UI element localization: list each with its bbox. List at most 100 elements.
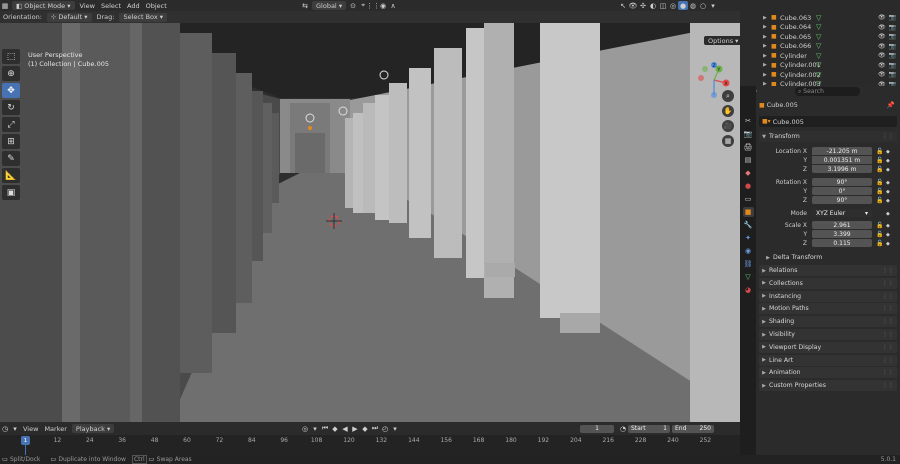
outliner-item[interactable]: ▶ ■ Cube.066 ▽ 👁 📷	[740, 42, 900, 51]
start-frame-field[interactable]: Start 1	[628, 424, 670, 433]
lock-icon[interactable]: 🔓	[876, 197, 883, 204]
keyframe-dot-icon[interactable]: ◆	[886, 211, 890, 217]
camera-render-icon[interactable]: 📷	[889, 14, 896, 21]
physics-tab-icon[interactable]: ◉	[743, 246, 754, 256]
eye-icon[interactable]: 👁	[878, 52, 886, 59]
keyframe-dot-icon[interactable]: ◆	[886, 180, 890, 186]
camera-view-icon[interactable]: 🎥	[722, 120, 734, 132]
outliner-item[interactable]: ▶ ■ Cube.065 ▽ 👁 📷	[740, 32, 900, 41]
location-z-field[interactable]: 3.1996 m	[812, 165, 872, 173]
snap-target-icon[interactable]: ⋮⋮	[366, 1, 380, 10]
xray-icon[interactable]: ◫	[658, 1, 668, 10]
move-tool-icon[interactable]: ✥	[2, 83, 20, 98]
outliner[interactable]: ▶ ■ Cube.063 ▽ 👁 📷 ▶ ■ Cube.064 ▽ 👁 📷 ▶ ■ Cube.065 ▽ 👁 📷 ▶…	[740, 0, 900, 86]
particles-tab-icon[interactable]: ✦	[743, 233, 754, 243]
next-key-icon[interactable]: ◆	[360, 424, 370, 433]
eye-icon[interactable]: 👁	[878, 43, 886, 50]
camera-render-icon[interactable]: 📷	[889, 62, 896, 69]
editor-type-icon[interactable]: ▦	[0, 1, 10, 10]
eye-icon[interactable]: 👁	[878, 62, 886, 69]
eye-icon[interactable]: 👁	[878, 14, 886, 21]
location-y-field[interactable]: 0.001351 m	[812, 156, 872, 164]
chevron-right-icon[interactable]: ▶	[763, 53, 767, 59]
panel-instancing[interactable]: ▶ Instancing ⋮⋮	[759, 290, 897, 302]
mode-dropdown[interactable]: ◧ Object Mode ▾	[12, 1, 75, 10]
clock-icon[interactable]: ◔	[618, 424, 628, 433]
shading-solid-icon[interactable]: ●	[678, 1, 688, 10]
outliner-item[interactable]: ▶ ■ Cylinder.002 ▽ 👁 📷	[740, 70, 900, 79]
keyframe-dot-icon[interactable]: ◆	[886, 223, 890, 229]
lock-icon[interactable]: 🔓	[876, 166, 883, 173]
playhead[interactable]: 1	[21, 436, 30, 445]
view-layer-tab-icon[interactable]: ▤	[743, 155, 754, 165]
chevron-right-icon[interactable]: ▶	[763, 43, 767, 49]
ortho-grid-icon[interactable]: ▦	[722, 135, 734, 147]
shading-material-icon[interactable]: ◍	[688, 1, 698, 10]
modifier-tab-icon[interactable]: 🔧	[743, 220, 754, 230]
play-reverse-icon[interactable]: ◀	[340, 424, 350, 433]
world-tab-icon[interactable]: ●	[743, 181, 754, 191]
timeline-editor-icon[interactable]: ◷	[0, 424, 10, 433]
chevron-right-icon[interactable]: ▶	[763, 34, 767, 40]
lock-icon[interactable]: 🔓	[876, 188, 883, 195]
zoom-icon[interactable]: ⌕	[722, 90, 734, 102]
keying-icon[interactable]: ▾	[310, 424, 320, 433]
panel-viewport-display[interactable]: ▶ Viewport Display ⋮⋮	[759, 341, 897, 353]
chevron-right-icon[interactable]: ▶	[763, 15, 767, 21]
material-tab-icon[interactable]: ◕	[743, 285, 754, 295]
transform-orientation-dropdown[interactable]: Global ▾	[312, 1, 347, 10]
timeline-menu-marker[interactable]: Marker	[41, 425, 69, 433]
current-frame-field[interactable]: 1	[580, 424, 614, 433]
delta-transform-subpanel[interactable]: ▶ Delta Transform	[763, 252, 893, 263]
lock-icon[interactable]: 🔓	[876, 222, 883, 229]
measure-tool-icon[interactable]: 📐	[2, 168, 20, 183]
keyframe-dot-icon[interactable]: ◆	[886, 198, 890, 204]
outliner-item[interactable]: ▶ ■ Cube.063 ▽ 👁 📷	[740, 13, 900, 22]
keyframe-dot-icon[interactable]: ◆	[886, 232, 890, 238]
annotate-tool-icon[interactable]: ✎	[2, 151, 20, 166]
outliner-item[interactable]: ▶ ■ Cube.064 ▽ 👁 📷	[740, 23, 900, 32]
prev-key-icon[interactable]: ◆	[330, 424, 340, 433]
3d-viewport[interactable]: ⬚ ⊕ ✥ ↻ ⤢ ⊞ ✎ 📐 ▣ User Perspective (1) C…	[0, 23, 740, 422]
eye-icon[interactable]: 👁	[878, 33, 886, 40]
outliner-item[interactable]: ▶ ■ Cylinder ▽ 👁 📷	[740, 51, 900, 60]
keyframe-dot-icon[interactable]: ◆	[886, 241, 890, 247]
panel-collections[interactable]: ▶ Collections ⋮⋮	[759, 277, 897, 289]
fps-icon[interactable]: ◴	[380, 424, 390, 433]
rotation-x-field[interactable]: 90°	[812, 178, 872, 186]
drag-dropdown[interactable]: Select Box ▾	[119, 12, 168, 22]
camera-render-icon[interactable]: 📷	[889, 52, 896, 59]
orientation-dropdown[interactable]: ⊹ Default ▾	[46, 12, 92, 22]
panel-visibility[interactable]: ▶ Visibility ⋮⋮	[759, 329, 897, 340]
scale-z-field[interactable]: 0.115	[812, 239, 872, 247]
timeline-menu-view[interactable]: View	[20, 425, 41, 433]
shading-wire-icon[interactable]: ◎	[668, 1, 678, 10]
panel-relations[interactable]: ▶ Relations ⋮⋮	[759, 265, 897, 276]
shading-options-icon[interactable]: ▾	[708, 1, 718, 10]
scene-tab-icon[interactable]: ◆	[743, 168, 754, 178]
keyframe-dot-icon[interactable]: ◆	[886, 167, 890, 173]
options-dropdown[interactable]: Options ▾	[704, 36, 740, 45]
rotation-y-field[interactable]: 0°	[812, 187, 872, 195]
eye-icon[interactable]: 👁	[878, 71, 886, 78]
camera-render-icon[interactable]: 📷	[889, 33, 896, 40]
lock-icon[interactable]: 🔓	[876, 179, 883, 186]
visibility-icon[interactable]: 👁	[628, 1, 638, 10]
menu-select[interactable]: Select	[98, 2, 124, 10]
rotation-mode-dropdown[interactable]: XYZ Euler ▾	[812, 209, 872, 217]
object-datablock-field[interactable]: ■▾ Cube.005	[759, 116, 897, 127]
timeline-ruler[interactable]: 1 12 24 36 48 60 72 84 96 108 120 132 144 156 168 180 19…	[0, 435, 740, 455]
camera-render-icon[interactable]: 📷	[889, 43, 896, 50]
menu-view[interactable]: View	[77, 2, 98, 10]
panel-custom-properties[interactable]: ▶ Custom Properties ⋮⋮	[759, 380, 897, 392]
chevron-right-icon[interactable]: ▶	[763, 72, 767, 78]
end-frame-field[interactable]: End 250	[672, 424, 714, 433]
camera-render-icon[interactable]: 📷	[889, 71, 896, 78]
gizmo-icon[interactable]: ✣	[638, 1, 648, 10]
render-tab-icon[interactable]: 📷	[743, 129, 754, 139]
pivot-icon[interactable]: ⊙	[348, 1, 358, 10]
cursor-tool-icon[interactable]: ⊕	[2, 66, 20, 81]
lock-icon[interactable]: 🔓	[876, 240, 883, 247]
object-tab-icon[interactable]: ■	[742, 207, 754, 217]
menu-object[interactable]: Object	[143, 2, 170, 10]
